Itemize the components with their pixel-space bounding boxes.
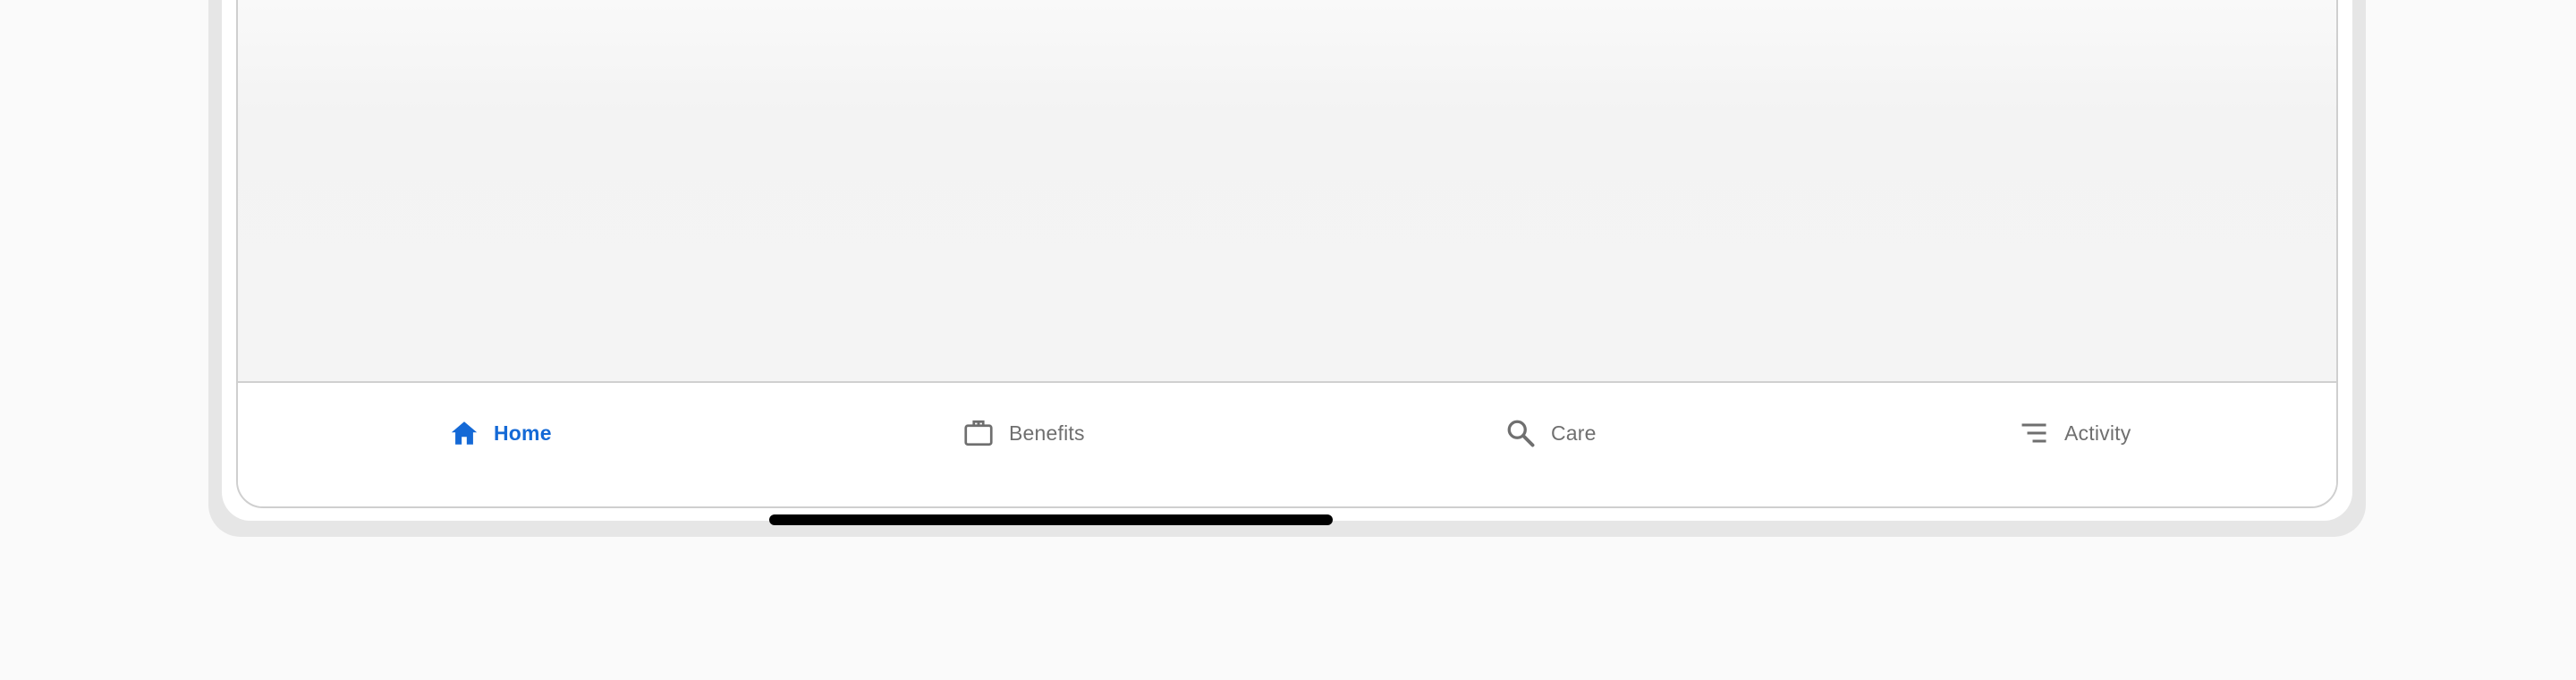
briefcase-icon [964,420,993,446]
tab-benefits[interactable]: Benefits [962,383,1085,483]
bottom-tab-bar: Home Benefits Care Activity [238,383,2336,506]
tab-activity-label: Activity [2064,421,2131,445]
home-indicator[interactable] [769,514,1333,525]
tab-home[interactable]: Home [449,383,552,483]
tab-care[interactable]: Care [1504,383,1597,483]
tab-home-label: Home [494,421,552,445]
tab-benefits-label: Benefits [1009,421,1085,445]
home-icon [451,421,478,445]
search-icon [1507,420,1535,447]
tab-activity[interactable]: Activity [2018,383,2131,483]
activity-list-icon [2021,423,2046,443]
tab-care-label: Care [1551,421,1597,445]
content-area[interactable] [238,0,2336,383]
app-screen: Home Benefits Care Activity [236,0,2338,508]
